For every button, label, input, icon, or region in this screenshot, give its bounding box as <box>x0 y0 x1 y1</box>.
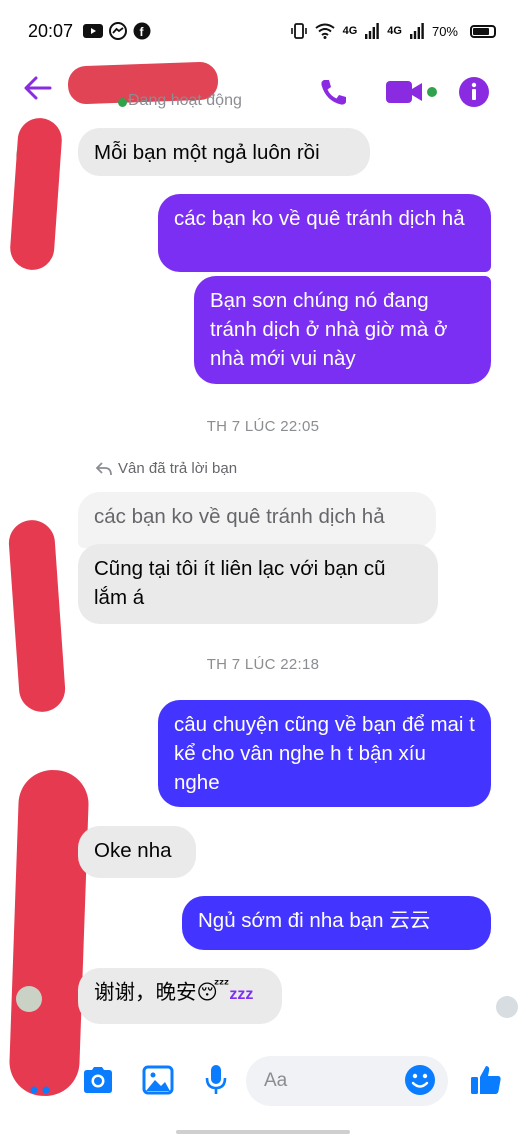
like-button[interactable] <box>468 1062 504 1098</box>
camera-button[interactable] <box>80 1062 116 1098</box>
composer <box>0 1046 526 1116</box>
vibrate-icon <box>290 23 307 39</box>
battery-icon <box>470 24 496 38</box>
message-incoming[interactable]: Mỗi bạn một ngả luôn rồi <box>78 128 370 176</box>
more-actions-button[interactable] <box>22 1062 58 1098</box>
sleeping-zzz-icon: zzz <box>229 986 254 1003</box>
voice-call-button[interactable] <box>314 72 354 112</box>
conversation-header: Đang hoạt động <box>0 61 526 126</box>
video-camera-icon <box>386 81 437 103</box>
contact-status: Đang hoạt động <box>128 92 242 109</box>
back-button[interactable] <box>22 72 62 112</box>
reply-note-text: Vân đã trả lời bạn <box>118 460 238 477</box>
info-button[interactable] <box>454 72 494 112</box>
video-call-button[interactable] <box>384 72 440 112</box>
message-incoming[interactable]: Oke nha <box>78 826 196 878</box>
message-outgoing[interactable]: các bạn ko về quê tránh dịch hả <box>158 194 491 272</box>
signal-1-icon <box>365 23 380 39</box>
network-2-label: 4G <box>387 25 402 37</box>
seen-avatar <box>496 996 518 1018</box>
contact-avatar[interactable] <box>16 986 42 1012</box>
quoted-message[interactable]: các bạn ko về quê tránh dịch hả <box>78 492 436 548</box>
voice-message-button[interactable] <box>198 1062 234 1098</box>
notification-icons: f <box>83 22 151 40</box>
status-bar: 20:07 f 4G 4G 70% <box>0 0 526 62</box>
youtube-icon <box>83 24 104 38</box>
avatar-redaction <box>8 116 64 272</box>
microphone-icon <box>205 1065 227 1094</box>
reply-note: Vân đã trả lời bạn <box>96 460 237 477</box>
battery-percent: 70% <box>431 23 458 39</box>
message-incoming[interactable]: 谢谢，晚安😴zzz <box>78 968 282 1024</box>
online-indicator <box>118 98 127 107</box>
home-indicator[interactable] <box>176 1130 350 1134</box>
network-1-label: 4G <box>342 25 358 37</box>
timestamp: TH 7 LÚC 22:05 <box>206 418 320 435</box>
arrow-left-icon <box>24 76 52 100</box>
system-icons: 4G 4G 70% <box>290 22 496 40</box>
message-incoming[interactable]: Cũng tại tôi ít liên lạc với bạn cũ lắm … <box>78 544 438 624</box>
dots-icon <box>30 1086 50 1094</box>
emoji-button[interactable] <box>402 1062 438 1098</box>
wifi-icon <box>314 23 335 39</box>
signal-2-icon <box>409 23 424 39</box>
info-icon <box>459 77 489 107</box>
status-time: 20:07 <box>28 20 74 41</box>
message-text: 谢谢，晚安😴 <box>94 981 230 1004</box>
message-outgoing[interactable]: câu chuyện cũng về bạn để mai t kể cho v… <box>158 700 491 807</box>
messenger-icon <box>109 22 128 40</box>
camera-icon <box>84 1067 112 1093</box>
phone-icon <box>321 80 346 105</box>
gallery-button[interactable] <box>140 1062 176 1098</box>
facebook-icon: f <box>133 22 151 40</box>
message-outgoing[interactable]: Ngủ sớm đi nha bạn 云云 <box>182 896 491 950</box>
message-outgoing[interactable]: Bạn sơn chúng nó đang tránh dịch ở nhà g… <box>194 276 491 384</box>
reply-arrow-icon <box>96 461 112 475</box>
thumbs-up-icon <box>471 1066 501 1094</box>
smiley-icon <box>405 1065 435 1095</box>
image-icon <box>142 1065 174 1095</box>
timestamp: TH 7 LÚC 22:18 <box>206 656 320 673</box>
avatar-redaction <box>7 518 67 714</box>
